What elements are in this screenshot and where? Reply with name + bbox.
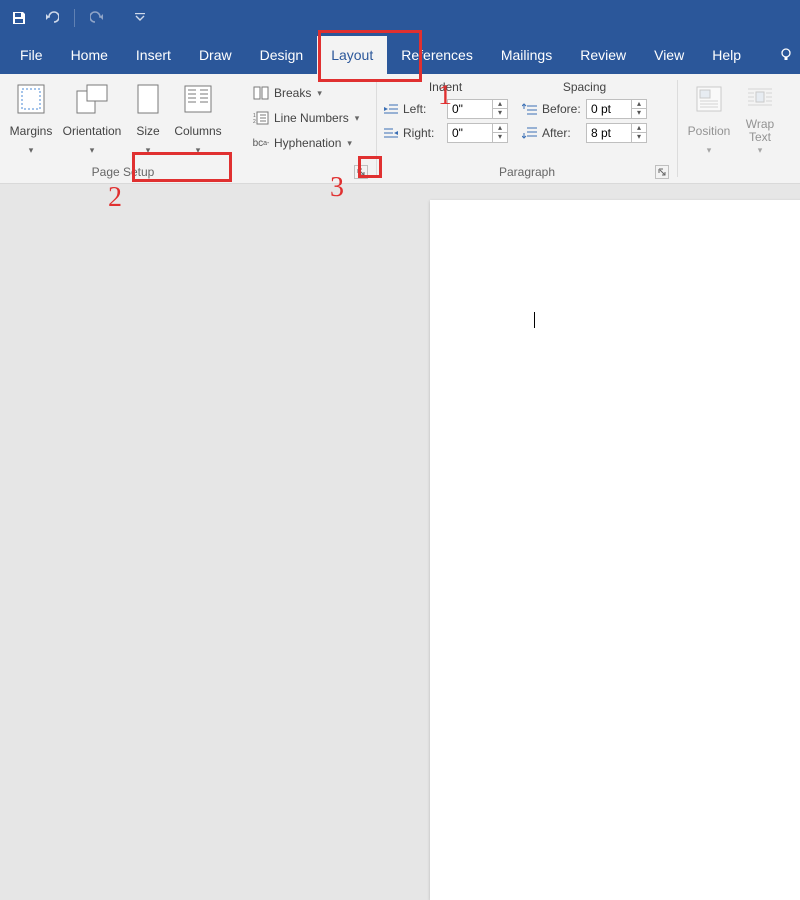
chevron-down-icon: ▾ — [29, 146, 34, 154]
qat-separator — [74, 9, 75, 27]
paragraph-label-text: Paragraph — [499, 165, 555, 179]
group-arrange: Position ▾ Wrap Text ▾ — [678, 74, 788, 183]
indent-right-icon — [383, 125, 399, 141]
chevron-down-icon: ▾ — [758, 146, 763, 154]
chevron-down-icon: ▾ — [317, 88, 322, 99]
ribbon: Margins ▾ Orientation ▾ Size ▾ — [0, 74, 800, 184]
save-icon[interactable] — [10, 9, 28, 27]
breaks-button[interactable]: Breaks ▾ — [252, 82, 359, 104]
margins-button[interactable]: Margins ▾ — [6, 78, 56, 158]
size-button[interactable]: Size ▾ — [128, 78, 168, 158]
columns-label: Columns — [174, 118, 221, 144]
size-label: Size — [136, 118, 159, 144]
hyphenation-label: Hyphenation — [274, 136, 341, 150]
orientation-icon — [75, 82, 109, 116]
svg-text:2: 2 — [253, 119, 256, 125]
spacing-heading: Spacing — [522, 80, 647, 96]
document-page[interactable] — [430, 200, 800, 900]
spacing-after-input[interactable]: ▴▾ — [586, 123, 647, 143]
text-cursor — [534, 312, 535, 328]
columns-button[interactable]: Columns ▾ — [172, 78, 224, 158]
orientation-label: Orientation — [63, 118, 122, 144]
redo-icon[interactable] — [89, 9, 107, 27]
tell-me-icon[interactable] — [772, 36, 800, 74]
paragraph-launcher[interactable] — [655, 165, 669, 179]
columns-icon — [181, 82, 215, 116]
tab-insert[interactable]: Insert — [122, 36, 185, 74]
spacing-after-icon — [522, 125, 538, 141]
wrap-text-label: Wrap Text — [746, 118, 774, 144]
customize-qat-icon[interactable] — [131, 9, 149, 27]
indent-left-value[interactable] — [448, 102, 492, 116]
tab-help[interactable]: Help — [698, 36, 755, 74]
tab-references[interactable]: References — [387, 36, 487, 74]
line-numbers-label: Line Numbers — [274, 111, 349, 125]
hyphenation-button[interactable]: bca- Hyphenation ▾ — [252, 132, 359, 154]
breaks-label: Breaks — [274, 86, 311, 100]
indent-left-input[interactable]: ▴▾ — [447, 99, 508, 119]
spacing-before-input[interactable]: ▴▾ — [586, 99, 647, 119]
breaks-icon — [252, 85, 270, 101]
group-paragraph: Indent Left: ▴▾ Right: ▴▾ — [377, 74, 677, 183]
spin-down-icon[interactable]: ▾ — [632, 109, 646, 118]
tab-mailings[interactable]: Mailings — [487, 36, 566, 74]
indent-left-label: Left: — [403, 102, 443, 116]
page-setup-launcher[interactable] — [354, 165, 368, 179]
group-label-paragraph: Paragraph — [383, 163, 671, 181]
spacing-before-label: Before: — [542, 102, 582, 116]
tab-layout[interactable]: Layout — [317, 36, 387, 74]
chevron-down-icon: ▾ — [146, 146, 151, 154]
chevron-down-icon: ▾ — [707, 146, 712, 154]
spin-down-icon[interactable]: ▾ — [493, 109, 507, 118]
chevron-down-icon: ▾ — [196, 146, 201, 154]
page-setup-label-text: Page Setup — [92, 165, 155, 179]
quick-access-toolbar — [0, 0, 800, 36]
undo-icon[interactable] — [42, 9, 60, 27]
indent-heading: Indent — [383, 80, 508, 96]
ribbon-tabs: File Home Insert Draw Design Layout Refe… — [0, 36, 800, 74]
tab-view[interactable]: View — [640, 36, 698, 74]
indent-left-icon — [383, 101, 399, 117]
indent-right-label: Right: — [403, 126, 443, 140]
wrap-text-icon — [743, 82, 777, 116]
orientation-button[interactable]: Orientation ▾ — [60, 78, 124, 158]
chevron-down-icon: ▾ — [347, 138, 352, 149]
group-label-page-setup: Page Setup — [6, 163, 240, 181]
tab-file[interactable]: File — [6, 36, 57, 74]
tab-design[interactable]: Design — [246, 36, 318, 74]
margins-icon — [14, 82, 48, 116]
spacing-before-icon — [522, 101, 538, 117]
spacing-after-value[interactable] — [587, 126, 631, 140]
size-icon — [131, 82, 165, 116]
spacing-after-label: After: — [542, 126, 582, 140]
margins-label: Margins — [10, 118, 53, 144]
indent-right-value[interactable] — [448, 126, 492, 140]
line-numbers-button[interactable]: 12 Line Numbers ▾ — [252, 107, 359, 129]
line-numbers-icon: 12 — [252, 110, 270, 126]
spacing-before-value[interactable] — [587, 102, 631, 116]
indent-right-input[interactable]: ▴▾ — [447, 123, 508, 143]
group-page-setup: Margins ▾ Orientation ▾ Size ▾ — [0, 74, 246, 183]
tab-draw[interactable]: Draw — [185, 36, 246, 74]
spin-down-icon[interactable]: ▾ — [632, 133, 646, 142]
position-icon — [692, 82, 726, 116]
position-button[interactable]: Position ▾ — [684, 78, 734, 158]
chevron-down-icon: ▾ — [355, 113, 360, 124]
tab-home[interactable]: Home — [57, 36, 122, 74]
wrap-text-button[interactable]: Wrap Text ▾ — [738, 78, 782, 158]
document-area[interactable] — [0, 184, 800, 670]
tab-review[interactable]: Review — [566, 36, 640, 74]
group-page-setup-extra: Breaks ▾ 12 Line Numbers ▾ bca- Hyphenat… — [246, 74, 376, 183]
chevron-down-icon: ▾ — [90, 146, 95, 154]
position-label: Position — [688, 118, 731, 144]
spin-down-icon[interactable]: ▾ — [493, 133, 507, 142]
hyphenation-icon: bca- — [252, 135, 270, 151]
